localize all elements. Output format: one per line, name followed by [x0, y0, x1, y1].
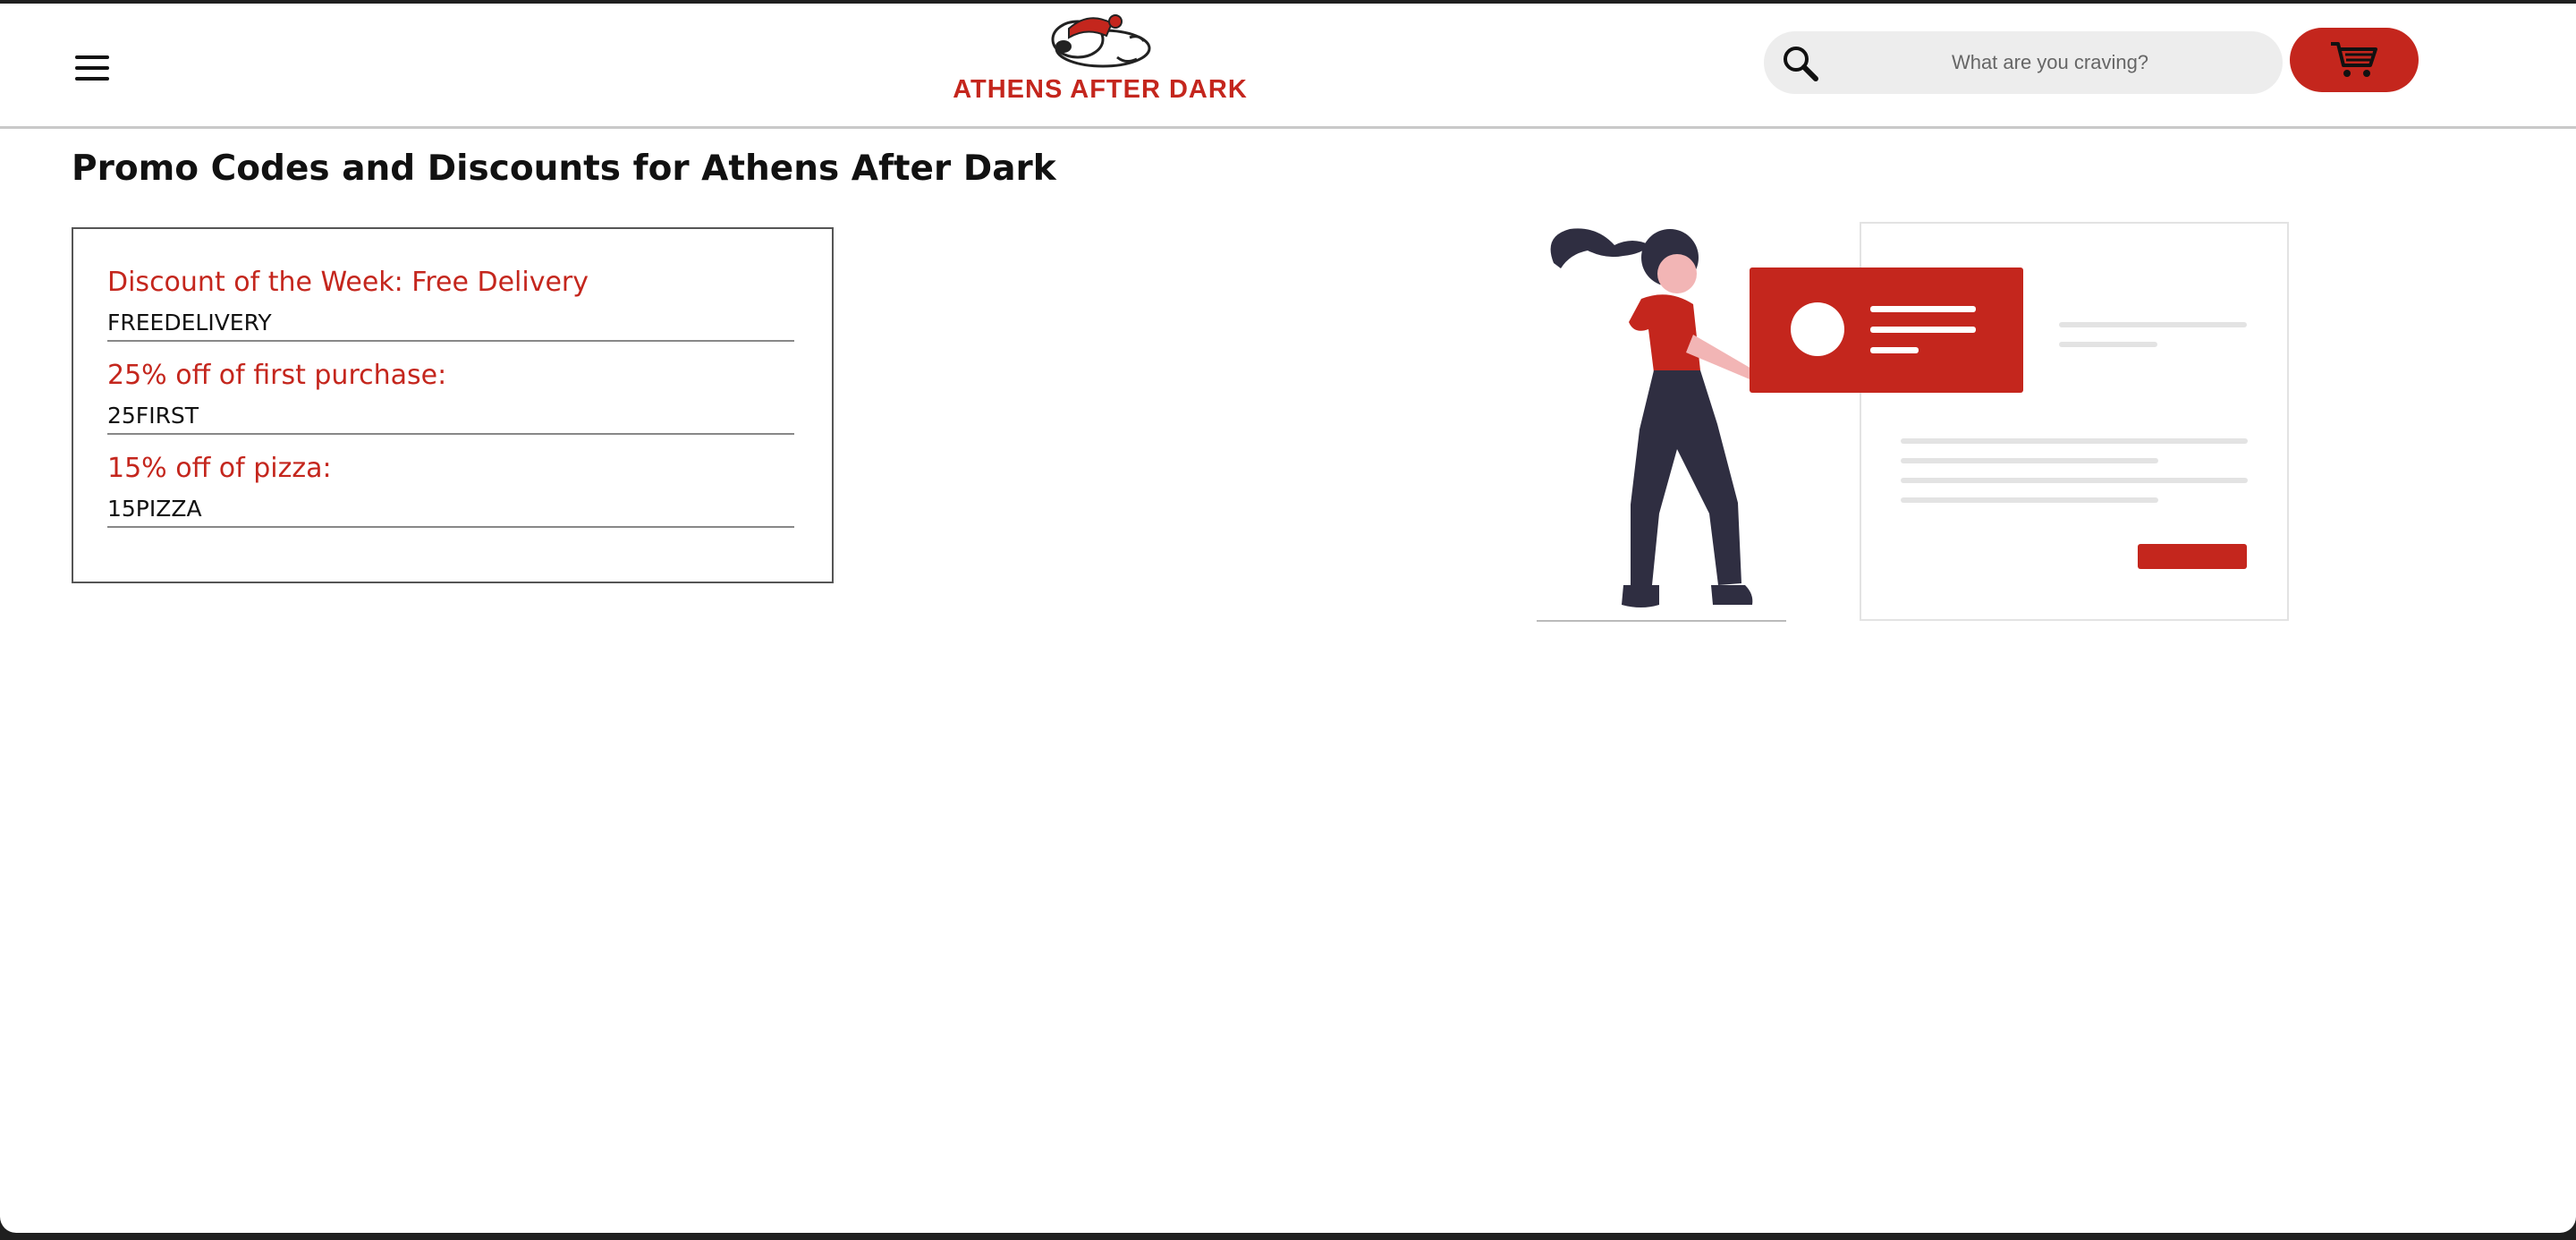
promo-item: Discount of the Week: Free Delivery FREE…	[107, 265, 794, 342]
page-title: Promo Codes and Discounts for Athens Aft…	[72, 149, 1056, 189]
promo-item: 15% off of pizza: 15PIZZA	[107, 451, 794, 528]
woman-holding-coupon-card-illustration	[1534, 218, 2294, 625]
site-header: ATHENS AFTER DARK	[0, 4, 2576, 129]
search-input[interactable]	[1835, 31, 2265, 94]
search-bar	[1764, 31, 2283, 94]
shopping-cart-icon	[2331, 42, 2377, 77]
bulldog-mascot-icon	[1051, 14, 1151, 68]
logo-wordmark: ATHENS AFTER DARK	[953, 75, 1248, 104]
hamburger-menu-icon[interactable]	[73, 52, 114, 88]
browser-window: ATHENS AFTER DARK Promo Codes and Discou…	[0, 4, 2576, 1233]
cart-button[interactable]	[2290, 28, 2419, 92]
promo-codes-panel: Discount of the Week: Free Delivery FREE…	[72, 227, 834, 583]
promo-code[interactable]: FREEDELIVERY	[107, 308, 794, 342]
promo-code[interactable]: 15PIZZA	[107, 494, 794, 528]
promo-label: Discount of the Week: Free Delivery	[107, 267, 589, 298]
menu-bar	[75, 66, 109, 70]
promo-label: 15% off of pizza:	[107, 453, 332, 484]
promo-label: 25% off of first purchase:	[107, 360, 447, 391]
site-logo[interactable]: ATHENS AFTER DARK	[948, 13, 1252, 111]
promo-code[interactable]: 25FIRST	[107, 401, 794, 435]
menu-bar	[75, 77, 109, 81]
menu-bar	[75, 55, 109, 59]
search-icon[interactable]	[1780, 43, 1821, 84]
promo-item: 25% off of first purchase: 25FIRST	[107, 358, 794, 435]
